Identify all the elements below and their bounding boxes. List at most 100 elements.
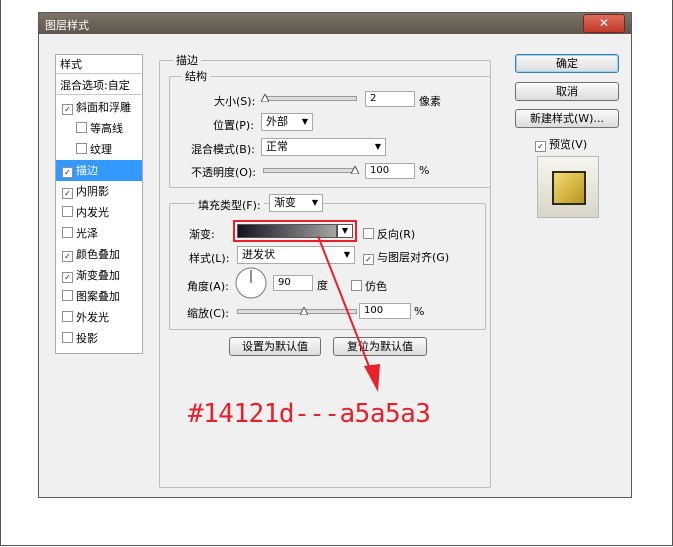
style-list-item-label: 纹理 xyxy=(90,143,112,156)
style-list-item[interactable]: 纹理 xyxy=(56,139,142,160)
close-icon: ✕ xyxy=(598,16,610,30)
style-list-item[interactable]: ✓ 斜面和浮雕 xyxy=(56,97,142,118)
size-input[interactable]: 2 xyxy=(365,91,415,107)
style-list-item-label: 光泽 xyxy=(76,227,98,240)
gradient-dropdown-button[interactable]: ▼ xyxy=(337,224,353,238)
reverse-checkbox[interactable]: 反向(R) xyxy=(363,226,415,242)
checkbox-icon[interactable] xyxy=(351,280,362,291)
reset-default-button[interactable]: 复位为默认值 xyxy=(333,337,427,356)
size-label: 大小(S): xyxy=(214,95,256,108)
checkbox-icon[interactable] xyxy=(62,227,73,238)
style-list-item-label: 描边 xyxy=(76,164,98,177)
style-list-item-label: 颜色叠加 xyxy=(76,248,120,261)
new-style-button[interactable]: 新建样式(W)... xyxy=(515,109,619,128)
checkbox-icon[interactable] xyxy=(76,122,87,133)
scale-percent: % xyxy=(414,305,425,318)
blend-mode-select[interactable]: 正常 ▼ xyxy=(261,138,386,156)
style-list-item-label: 斜面和浮雕 xyxy=(76,101,131,114)
checkbox-icon[interactable] xyxy=(62,332,73,343)
angle-input[interactable]: 90 xyxy=(273,275,313,291)
opacity-slider[interactable] xyxy=(263,168,357,173)
close-button[interactable]: ✕ xyxy=(583,14,625,33)
opacity-slider-thumb[interactable] xyxy=(351,166,359,174)
blend-mode-value: 正常 xyxy=(266,140,288,153)
align-checkbox[interactable]: ✓ 与图层对齐(G) xyxy=(363,249,449,265)
blend-options-item[interactable]: 混合选项:自定 xyxy=(56,76,142,95)
checkbox-checked-icon[interactable]: ✓ xyxy=(62,104,73,115)
checkbox-checked-icon[interactable]: ✓ xyxy=(62,188,73,199)
style-list-item[interactable]: 等高线 xyxy=(56,118,142,139)
style-value: 迸发状 xyxy=(242,248,275,261)
style-list-item[interactable]: ✓ 颜色叠加 xyxy=(56,244,142,265)
chevron-down-icon: ▼ xyxy=(301,117,308,126)
set-default-button[interactable]: 设置为默认值 xyxy=(229,337,321,356)
style-list-item-label: 外发光 xyxy=(76,311,109,324)
style-list-item-label: 渐变叠加 xyxy=(76,269,120,282)
style-list-item[interactable]: ✓ 内阴影 xyxy=(56,181,142,202)
annotation-text: #14121d---a5a5a3 xyxy=(188,399,431,429)
opacity-input[interactable]: 100 xyxy=(365,163,415,179)
style-select[interactable]: 迸发状 ▼ xyxy=(237,246,355,264)
position-select[interactable]: 外部 ▼ xyxy=(261,113,313,131)
preview-label: 预览(V) xyxy=(549,138,588,151)
cancel-button[interactable]: 取消 xyxy=(515,82,619,101)
scale-slider[interactable] xyxy=(237,309,357,314)
size-slider[interactable] xyxy=(263,96,357,101)
fill-type-value: 渐变 xyxy=(274,196,296,209)
preview-checkbox[interactable]: ✓ 预览(V) xyxy=(535,136,587,152)
blend-mode-label: 混合模式(B): xyxy=(191,143,255,156)
chevron-down-icon: ▼ xyxy=(374,142,381,151)
style-list-item[interactable]: ✓ 渐变叠加 xyxy=(56,265,142,286)
style-list-item-label: 投影 xyxy=(76,332,98,345)
checkbox-checked-icon[interactable]: ✓ xyxy=(62,251,73,262)
title-bar[interactable]: 图层样式 ✕ xyxy=(39,13,631,34)
ok-button[interactable]: 确定 xyxy=(515,54,619,73)
style-list-item-label: 内阴影 xyxy=(76,185,109,198)
preview-thumbnail xyxy=(537,156,599,218)
style-list-item[interactable]: 投影 xyxy=(56,328,142,349)
size-slider-thumb[interactable] xyxy=(261,94,269,102)
dialog-title: 图层样式 xyxy=(45,19,89,32)
scale-input[interactable]: 100 xyxy=(359,303,411,319)
style-list: 样式 混合选项:自定 ✓ 斜面和浮雕 等高线 纹理 ✓ 描边 ✓ 内阴影 内发光 光泽 ✓ 颜色叠加 ✓… xyxy=(55,54,143,354)
dither-checkbox[interactable]: 仿色 xyxy=(351,278,387,294)
angle-dial-icon[interactable] xyxy=(235,267,267,299)
fill-type-label: 填充类型(F): xyxy=(195,197,264,213)
style-label: 样式(L): xyxy=(189,252,230,265)
gradient-label: 渐变: xyxy=(189,228,215,241)
style-list-item[interactable]: 光泽 xyxy=(56,223,142,244)
scale-slider-thumb[interactable] xyxy=(300,307,308,315)
fill-type-select[interactable]: 渐变 ▼ xyxy=(269,194,323,212)
preview-swatch xyxy=(552,171,586,205)
style-list-header[interactable]: 样式 xyxy=(56,55,142,74)
opacity-percent: % xyxy=(419,164,430,177)
position-label: 位置(P): xyxy=(213,119,254,132)
angle-unit: 度 xyxy=(317,279,328,292)
checkbox-checked-icon[interactable]: ✓ xyxy=(363,254,374,265)
checkbox-icon[interactable] xyxy=(76,143,87,154)
opacity-label: 不透明度(O): xyxy=(191,166,256,179)
stroke-group-title: 描边 xyxy=(173,52,201,68)
gradient-picker[interactable] xyxy=(237,224,337,238)
dither-label: 仿色 xyxy=(365,280,387,293)
style-list-item-label: 图案叠加 xyxy=(76,290,120,303)
style-list-item[interactable]: 外发光 xyxy=(56,307,142,328)
checkbox-icon[interactable] xyxy=(363,228,374,239)
angle-label: 角度(A): xyxy=(187,280,229,293)
style-list-item-label: 内发光 xyxy=(76,206,109,219)
align-label: 与图层对齐(G) xyxy=(377,251,450,264)
checkbox-checked-icon[interactable]: ✓ xyxy=(535,141,546,152)
structure-title: 结构 xyxy=(182,68,210,84)
checkbox-checked-icon[interactable]: ✓ xyxy=(62,167,73,178)
position-value: 外部 xyxy=(266,115,288,128)
style-list-item[interactable]: 内发光 xyxy=(56,202,142,223)
style-list-item[interactable]: 图案叠加 xyxy=(56,286,142,307)
scale-label: 缩放(C): xyxy=(187,307,229,320)
chevron-down-icon: ▼ xyxy=(341,226,349,235)
checkbox-checked-icon[interactable]: ✓ xyxy=(62,272,73,283)
checkbox-icon[interactable] xyxy=(62,206,73,217)
checkbox-icon[interactable] xyxy=(62,290,73,301)
reverse-label: 反向(R) xyxy=(377,228,416,241)
checkbox-icon[interactable] xyxy=(62,311,73,322)
style-list-item[interactable]: ✓ 描边 xyxy=(56,160,142,181)
